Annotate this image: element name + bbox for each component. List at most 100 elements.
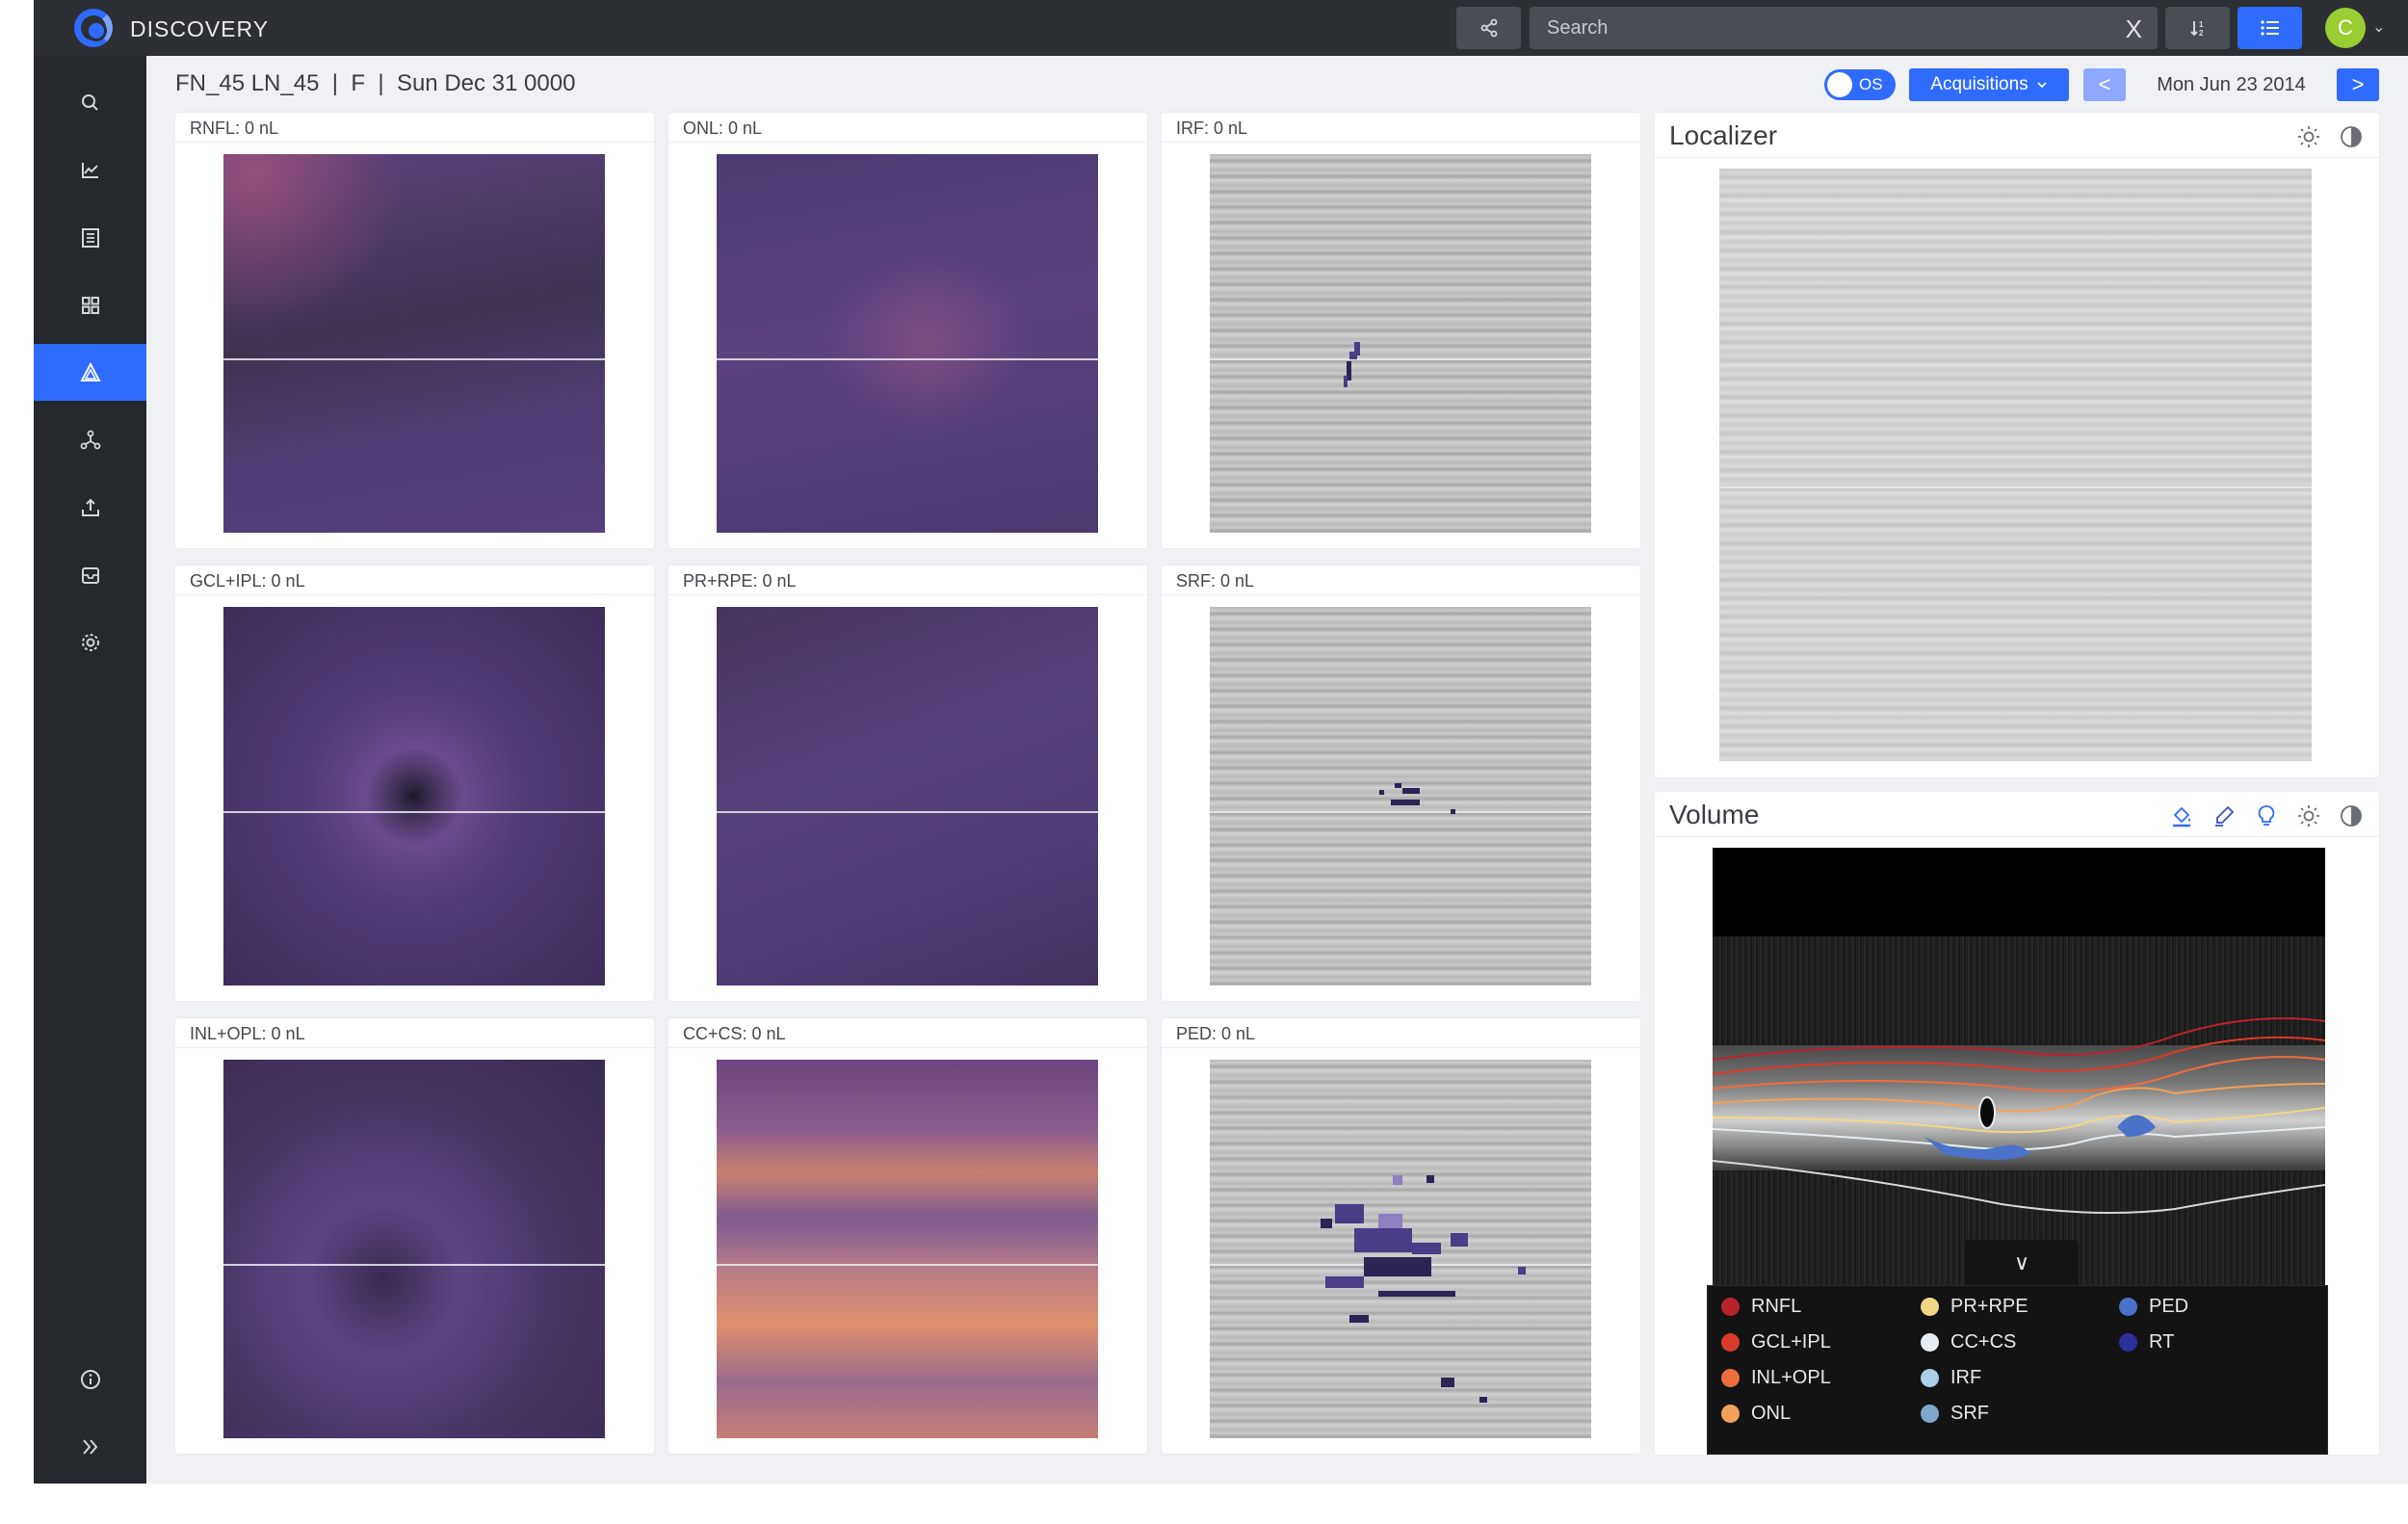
search-box: X [1530,7,2158,49]
patient-name: FN_45 LN_45 [175,70,320,96]
list-view-button[interactable] [2238,7,2302,49]
legend-label: PED [2149,1296,2189,1317]
hint-button[interactable] [2254,803,2279,828]
nav-inbox[interactable] [34,546,146,603]
volume-card-inl-opl: INL+OPL: 0 nL [175,1018,654,1454]
app-logo-icon[interactable] [74,9,113,47]
slice-indicator[interactable] [223,811,605,813]
next-date-button[interactable]: > [2337,68,2379,101]
en-face-map[interactable] [223,607,605,985]
en-face-map[interactable] [1210,1060,1591,1438]
nav-settings[interactable] [34,614,146,670]
localizer-image[interactable] [1719,169,2312,761]
legend-item[interactable]: CC+CS [1921,1331,2016,1353]
slice-indicator[interactable] [223,358,605,360]
contrast-button[interactable] [2339,803,2364,828]
legend-item[interactable]: IRF [1921,1367,1981,1389]
legend-item[interactable]: ONL [1721,1403,1791,1425]
slice-indicator[interactable] [1210,811,1591,813]
en-face-map[interactable] [1210,607,1591,985]
fluid-region [1354,1228,1412,1252]
fluid-region [1426,1175,1434,1183]
legend-item[interactable]: INL+OPL [1721,1367,1831,1389]
contrast-button[interactable] [2339,124,2364,149]
nav-info[interactable] [34,1351,146,1407]
nav-expand[interactable] [34,1418,146,1475]
fill-button[interactable] [2169,803,2194,828]
separator: | [378,70,384,96]
fluid-region [1402,788,1420,794]
slice-indicator[interactable] [717,358,1098,360]
fluid-region [1364,1257,1431,1276]
app-window: DISCOVERY X 12 C ⌄ [34,0,2408,1484]
legend-item[interactable]: RT [2119,1331,2174,1353]
divider [175,594,654,595]
en-face-map[interactable] [223,154,605,533]
brightness-button[interactable] [2296,124,2321,149]
volume-card-pr-rpe: PR+RPE: 0 nL [668,565,1147,1001]
slice-indicator[interactable] [717,1264,1098,1266]
collapse-legend-button[interactable]: ∨ [1965,1240,2079,1285]
slice-indicator[interactable] [223,1264,605,1266]
search-icon [81,93,98,111]
en-face-map[interactable] [717,154,1098,533]
nav-search[interactable] [34,74,146,131]
nav-upload[interactable] [34,479,146,536]
chevron-down-icon [2037,82,2047,89]
legend-swatch [1921,1405,1939,1423]
sort-button[interactable]: 12 [2165,7,2230,49]
separator: | [331,70,339,96]
svg-text:1: 1 [2199,20,2204,29]
legend-item[interactable]: RNFL [1721,1296,1801,1318]
pen-button[interactable] [2212,803,2237,828]
search-clear-button[interactable]: X [2126,14,2142,44]
slice-indicator[interactable] [1210,358,1591,360]
panel-title: Localizer [1669,120,1778,150]
legend-label: CC+CS [1950,1331,2017,1353]
nav-analytics[interactable] [34,142,146,198]
legend-swatch [1721,1405,1740,1423]
divider [175,1047,654,1048]
triangle-icon [79,361,101,381]
brightness-icon [2298,805,2319,827]
localizer-panel: Localizer [1655,113,2379,777]
legend-item[interactable]: PED [2119,1296,2188,1318]
legend-swatch [2119,1298,2137,1316]
en-face-map[interactable] [223,1060,605,1438]
sort-icon: 12 [2189,20,2204,38]
volume-label: SRF: 0 nL [1176,571,1255,591]
nav-network[interactable] [34,411,146,468]
eye-toggle[interactable]: OS [1824,69,1896,100]
nav-grid[interactable] [34,276,146,333]
fluid-region [1479,1397,1487,1403]
legend-item[interactable]: GCL+IPL [1721,1331,1831,1353]
slice-indicator[interactable] [717,811,1098,813]
gear-icon [81,633,99,651]
legend-item[interactable]: PR+RPE [1921,1296,2028,1318]
volume-label: RNFL: 0 nL [190,118,279,138]
fluid-region [1451,1233,1468,1247]
volume-card-cc-cs: CC+CS: 0 nL [668,1018,1147,1454]
brightness-button[interactable] [2296,803,2321,828]
slice-indicator[interactable] [1719,486,2312,488]
en-face-map[interactable] [1210,154,1591,533]
acquisitions-dropdown[interactable]: Acquisitions [1909,68,2069,101]
fluid-region [1354,342,1360,355]
app-title: DISCOVERY [130,16,270,41]
patient-info: FN_45 LN_45 | F | Sun Dec 31 0000 [175,70,575,97]
legend-swatch [1721,1298,1740,1316]
nav-volumes[interactable] [34,344,146,401]
nav-list[interactable] [34,209,146,266]
en-face-map[interactable] [717,1060,1098,1438]
en-face-map[interactable] [717,607,1098,985]
chevron-down-icon[interactable]: ⌄ [2372,17,2385,37]
share-button[interactable] [1456,7,1521,49]
user-avatar[interactable]: C [2325,8,2366,48]
inbox-icon [81,566,99,584]
search-input[interactable] [1530,7,2088,49]
fluid-region [1325,1276,1364,1288]
divider [668,142,1147,143]
previous-date-button[interactable]: < [2083,68,2126,101]
legend-item[interactable]: SRF [1921,1403,1989,1425]
chart-icon [81,162,98,178]
